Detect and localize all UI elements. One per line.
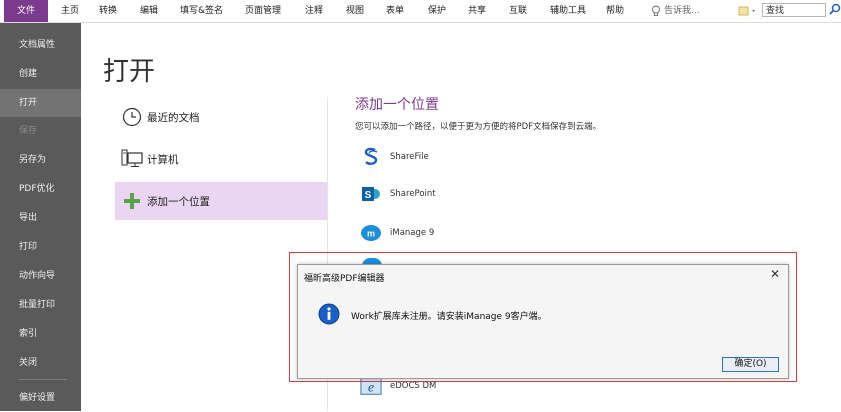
tell-me-label: 告诉我... [664,6,700,16]
dialog-message: Work扩展库未注册。请安装iManage 9客户端。 [351,312,547,322]
sidebar-item-open[interactable]: 打开 [0,89,81,117]
location-recent[interactable]: 最近的文档 [115,98,327,136]
tab-protect[interactable]: 保护 [428,0,446,22]
sidebar-divider [19,379,67,380]
svg-text:S: S [365,190,372,201]
location-computer[interactable]: 计算机 [115,140,327,178]
tab-convert[interactable]: 转换 [99,0,117,22]
sharefile-icon [360,146,382,168]
sidebar: 文档属性 创建 打开 保存 另存为 PDF优化 导出 打印 动作向导 批量打印 … [0,23,81,411]
sidebar-item-close[interactable]: 关闭 [0,349,81,377]
sidebar-item-pdf-optimize[interactable]: PDF优化 [0,175,81,203]
sidebar-item-preferences[interactable]: 偏好设置 [0,384,81,412]
search-icon[interactable] [828,2,841,18]
tab-share[interactable]: 共享 [468,0,486,22]
sidebar-item-create[interactable]: 创建 [0,60,81,88]
tab-fill-sign[interactable]: 填写&签名 [180,0,223,22]
search-input[interactable]: 查找 [762,3,826,17]
tab-file[interactable]: 文件 [4,0,48,22]
sidebar-item-print[interactable]: 打印 [0,233,81,261]
sharepoint-icon: S [360,183,382,205]
sidebar-item-action-wizard[interactable]: 动作向导 [0,262,81,290]
service-sharefile-label: ShareFile [390,152,429,162]
tab-edit[interactable]: 编辑 [140,0,158,22]
plus-icon [121,190,143,212]
tab-accessibility[interactable]: 辅助工具 [550,0,586,22]
sidebar-item-export[interactable]: 导出 [0,204,81,232]
add-location-description: 您可以添加一个路径，以便于更为方便的将PDF文档保存到云端。 [355,122,602,132]
sidebar-item-doc-properties[interactable]: 文档属性 [0,31,81,59]
service-sharepoint-label: SharePoint [390,189,436,199]
close-icon[interactable]: ✕ [770,267,780,281]
service-sharepoint[interactable]: S SharePoint [360,181,436,207]
tab-home[interactable]: 主页 [61,0,79,22]
page-title: 打开 [103,57,156,87]
message-dialog: 福昕高级PDF编辑器 ✕ Work扩展库未注册。请安装iManage 9客户端。… [297,264,789,379]
add-location-title: 添加一个位置 [355,97,439,113]
ribbon: 文件 主页 转换 编辑 填写&签名 页面管理 注释 视图 表单 保护 共享 互联… [0,0,841,23]
tab-connect[interactable]: 互联 [509,0,527,22]
service-sharefile[interactable]: ShareFile [360,144,429,170]
tab-view[interactable]: 视图 [346,0,364,22]
sidebar-item-index[interactable]: 索引 [0,320,81,348]
sidebar-item-save: 保存 [19,126,38,136]
lightbulb-icon [652,5,660,16]
svg-text:m: m [367,229,375,239]
location-add-label: 添加一个位置 [147,195,210,208]
service-imanage[interactable]: m iManage 9 [360,220,434,246]
ok-button[interactable]: 确定(O) [722,357,779,372]
service-edocs-label: eDOCS DM [390,381,437,391]
location-add[interactable]: 添加一个位置 [115,182,327,220]
sidebar-item-batch-print[interactable]: 批量打印 [0,291,81,319]
tab-comment[interactable]: 注释 [305,0,323,22]
service-imanage-label: iManage 9 [390,228,435,238]
tab-form[interactable]: 表单 [386,0,404,22]
clock-icon [121,106,143,128]
dialog-title: 福昕高级PDF编辑器 [304,274,385,284]
tab-help[interactable]: 帮助 [606,0,624,22]
sidebar-item-save-as[interactable]: 另存为 [0,146,81,174]
computer-icon [121,148,143,170]
tab-page-manage[interactable]: 页面管理 [245,0,281,22]
tell-me[interactable]: 告诉我... [651,0,700,22]
info-icon [318,303,340,325]
search-options-icon[interactable] [738,5,756,17]
location-recent-label: 最近的文档 [147,111,200,124]
imanage-icon: m [360,222,382,244]
location-computer-label: 计算机 [147,153,179,166]
